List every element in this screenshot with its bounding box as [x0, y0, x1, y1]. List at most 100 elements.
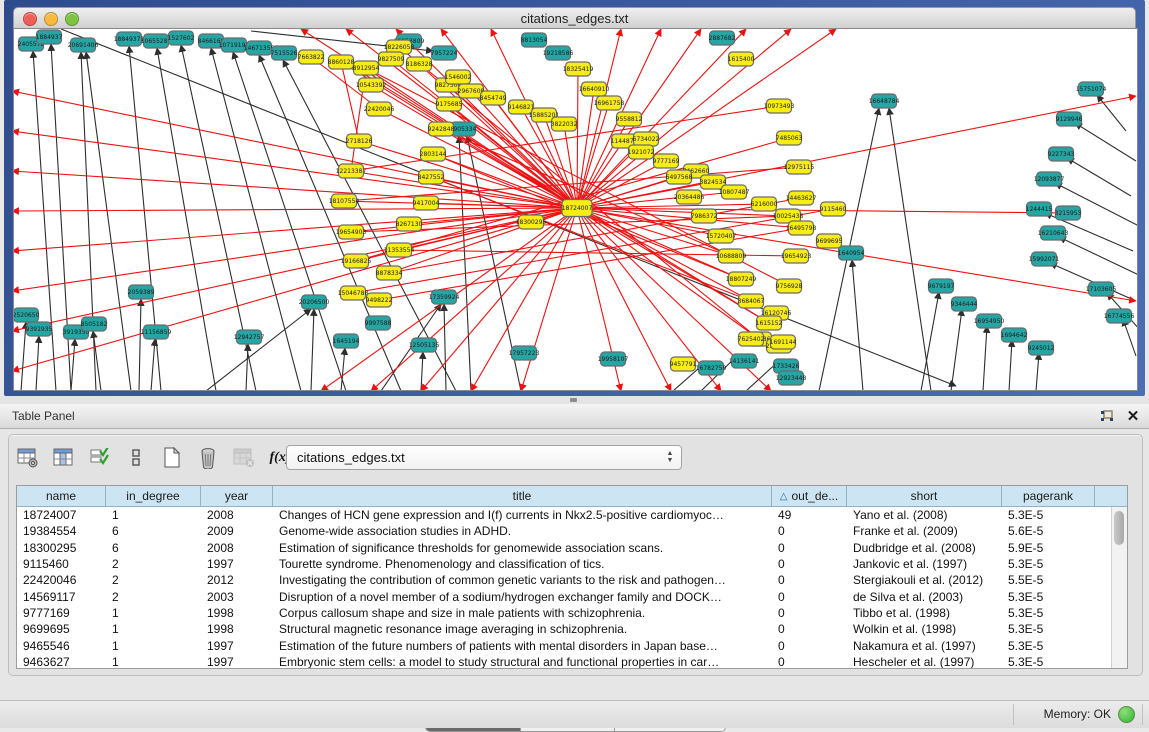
table-cell[interactable]: 0 — [772, 557, 847, 571]
table-cell[interactable]: 9699695 — [17, 622, 106, 636]
table-cell[interactable]: 2012 — [201, 573, 273, 587]
table-cell[interactable]: 5.3E-5 — [1002, 508, 1095, 522]
table-cell[interactable]: 5.9E-5 — [1002, 541, 1095, 555]
table-cell[interactable]: Hescheler et al. (1997) — [847, 655, 1002, 669]
table-row[interactable]: 2242004622012Investigating the contribut… — [17, 572, 1127, 588]
table-cell[interactable]: 5.3E-5 — [1002, 639, 1095, 653]
table-cell[interactable]: 18300295 — [17, 541, 106, 555]
column-header-year[interactable]: year — [201, 486, 273, 506]
table-cell[interactable]: 9777169 — [17, 606, 106, 620]
panel-splitter[interactable] — [0, 396, 1149, 404]
table-cell[interactable]: 1 — [106, 639, 201, 653]
close-panel-icon[interactable]: ✕ — [1123, 407, 1143, 425]
table-cell[interactable]: 0 — [772, 622, 847, 636]
table-cell[interactable]: Tourette syndrome. Phenomenology and cla… — [273, 557, 772, 571]
table-row[interactable]: 1938455462009Genome-wide association stu… — [17, 523, 1127, 539]
table-cell[interactable]: 2 — [106, 590, 201, 604]
table-cell[interactable]: Disruption of a novel member of a sodium… — [273, 590, 772, 604]
table-cell[interactable]: Franke et al. (2009) — [847, 524, 1002, 538]
window-titlebar[interactable]: citations_edges.txt — [13, 7, 1136, 29]
table-cell[interactable]: 0 — [772, 573, 847, 587]
table-cell[interactable]: Corpus callosum shape and size in male p… — [273, 606, 772, 620]
table-cell[interactable]: Jankovic et al. (1997) — [847, 557, 1002, 571]
table-cell[interactable]: 5.3E-5 — [1002, 622, 1095, 636]
table-row[interactable]: 1872400712008Changes of HCN gene express… — [17, 507, 1127, 523]
row-height-icon[interactable] — [123, 446, 149, 470]
table-cell[interactable]: 0 — [772, 590, 847, 604]
table-cell[interactable]: 0 — [772, 606, 847, 620]
table-cell[interactable]: 1 — [106, 655, 201, 669]
table-cell[interactable]: 0 — [772, 541, 847, 555]
table-cell[interactable]: Structural magnetic resonance image aver… — [273, 622, 772, 636]
table-cell[interactable]: 2008 — [201, 508, 273, 522]
table-cell[interactable]: 2 — [106, 557, 201, 571]
table-cell[interactable]: 0 — [772, 524, 847, 538]
table-cell[interactable]: 9115460 — [17, 557, 106, 571]
table-cell[interactable]: Wolkin et al. (1998) — [847, 622, 1002, 636]
table-cell[interactable]: 19384554 — [17, 524, 106, 538]
table-cell[interactable]: 1998 — [201, 622, 273, 636]
table-cell[interactable]: Changes of HCN gene expression and I(f) … — [273, 508, 772, 522]
table-cell[interactable]: 9465546 — [17, 639, 106, 653]
table-select-combo[interactable]: citations_edges.txt ▲▼ — [286, 445, 682, 470]
table-cell[interactable]: 6 — [106, 524, 201, 538]
table-vertical-scrollbar[interactable] — [1111, 507, 1127, 668]
table-cell[interactable]: 22420046 — [17, 573, 106, 587]
table-cell[interactable]: 5.3E-5 — [1002, 655, 1095, 669]
table-cell[interactable]: 5.6E-5 — [1002, 524, 1095, 538]
table-cell[interactable]: Estimation of the future numbers of pati… — [273, 639, 772, 653]
table-cell[interactable]: 5.3E-5 — [1002, 557, 1095, 571]
create-column-icon[interactable] — [159, 446, 185, 470]
table-mode-icon[interactable] — [15, 446, 41, 470]
column-header-short[interactable]: short — [847, 486, 1002, 506]
delete-column-icon[interactable] — [195, 446, 221, 470]
table-cell[interactable]: 1 — [106, 508, 201, 522]
table-cell[interactable]: 1 — [106, 606, 201, 620]
table-cell[interactable]: Estimation of significance thresholds fo… — [273, 541, 772, 555]
table-cell[interactable]: Genome-wide association studies in ADHD. — [273, 524, 772, 538]
table-cell[interactable]: 0 — [772, 655, 847, 669]
table-row[interactable]: 977716911998Corpus callosum shape and si… — [17, 605, 1127, 621]
column-header-out_de[interactable]: △out_de... — [772, 486, 847, 506]
table-cell[interactable]: Yano et al. (2008) — [847, 508, 1002, 522]
table-cell[interactable]: 14569117 — [17, 590, 106, 604]
table-cell[interactable]: 5.5E-5 — [1002, 573, 1095, 587]
table-cell[interactable]: 18724007 — [17, 508, 106, 522]
table-cell[interactable]: 2009 — [201, 524, 273, 538]
table-cell[interactable]: 2003 — [201, 590, 273, 604]
scrollbar-thumb[interactable] — [1114, 511, 1124, 545]
float-panel-icon[interactable] — [1097, 407, 1117, 425]
column-header-name[interactable]: name — [17, 486, 106, 506]
table-cell[interactable]: 6 — [106, 541, 201, 555]
table-cell[interactable]: 1997 — [201, 655, 273, 669]
select-columns-icon[interactable] — [87, 446, 113, 470]
table-cell[interactable]: 1998 — [201, 606, 273, 620]
table-row[interactable]: 946554611997Estimation of the future num… — [17, 637, 1127, 653]
table-cell[interactable]: 49 — [772, 508, 847, 522]
table-cell[interactable]: 1997 — [201, 639, 273, 653]
column-header-in_degree[interactable]: in_degree — [106, 486, 201, 506]
table-cell[interactable]: 0 — [772, 639, 847, 653]
table-cell[interactable]: Tibbo et al. (1998) — [847, 606, 1002, 620]
table-row[interactable]: 1830029562008Estimation of significance … — [17, 540, 1127, 556]
table-cell[interactable]: 2 — [106, 573, 201, 587]
show-columns-icon[interactable] — [51, 446, 77, 470]
table-cell[interactable]: 5.3E-5 — [1002, 606, 1095, 620]
table-cell[interactable]: 9463627 — [17, 655, 106, 669]
table-cell[interactable]: 2008 — [201, 541, 273, 555]
table-row[interactable]: 969969511998Structural magnetic resonanc… — [17, 621, 1127, 637]
table-cell[interactable]: de Silva et al. (2003) — [847, 590, 1002, 604]
table-row[interactable]: 911546021997Tourette syndrome. Phenomeno… — [17, 556, 1127, 572]
table-cell[interactable]: 5.3E-5 — [1002, 590, 1095, 604]
table-cell[interactable]: Embryonic stem cells: a model to study s… — [273, 655, 772, 669]
memory-ok-icon[interactable] — [1118, 706, 1135, 723]
table-row[interactable]: 946362711997Embryonic stem cells: a mode… — [17, 654, 1127, 669]
table-cell[interactable]: Stergiakouli et al. (2012) — [847, 573, 1002, 587]
column-header-pagerank[interactable]: pagerank — [1002, 486, 1095, 506]
table-cell[interactable]: Investigating the contribution of common… — [273, 573, 772, 587]
network-canvas[interactable]: 2405572188493720691406188493711065528715… — [13, 28, 1138, 391]
column-header-title[interactable]: title — [273, 486, 772, 506]
table-cell[interactable]: Nakamura et al. (1997) — [847, 639, 1002, 653]
table-cell[interactable]: 1997 — [201, 557, 273, 571]
table-cell[interactable]: 1 — [106, 622, 201, 636]
